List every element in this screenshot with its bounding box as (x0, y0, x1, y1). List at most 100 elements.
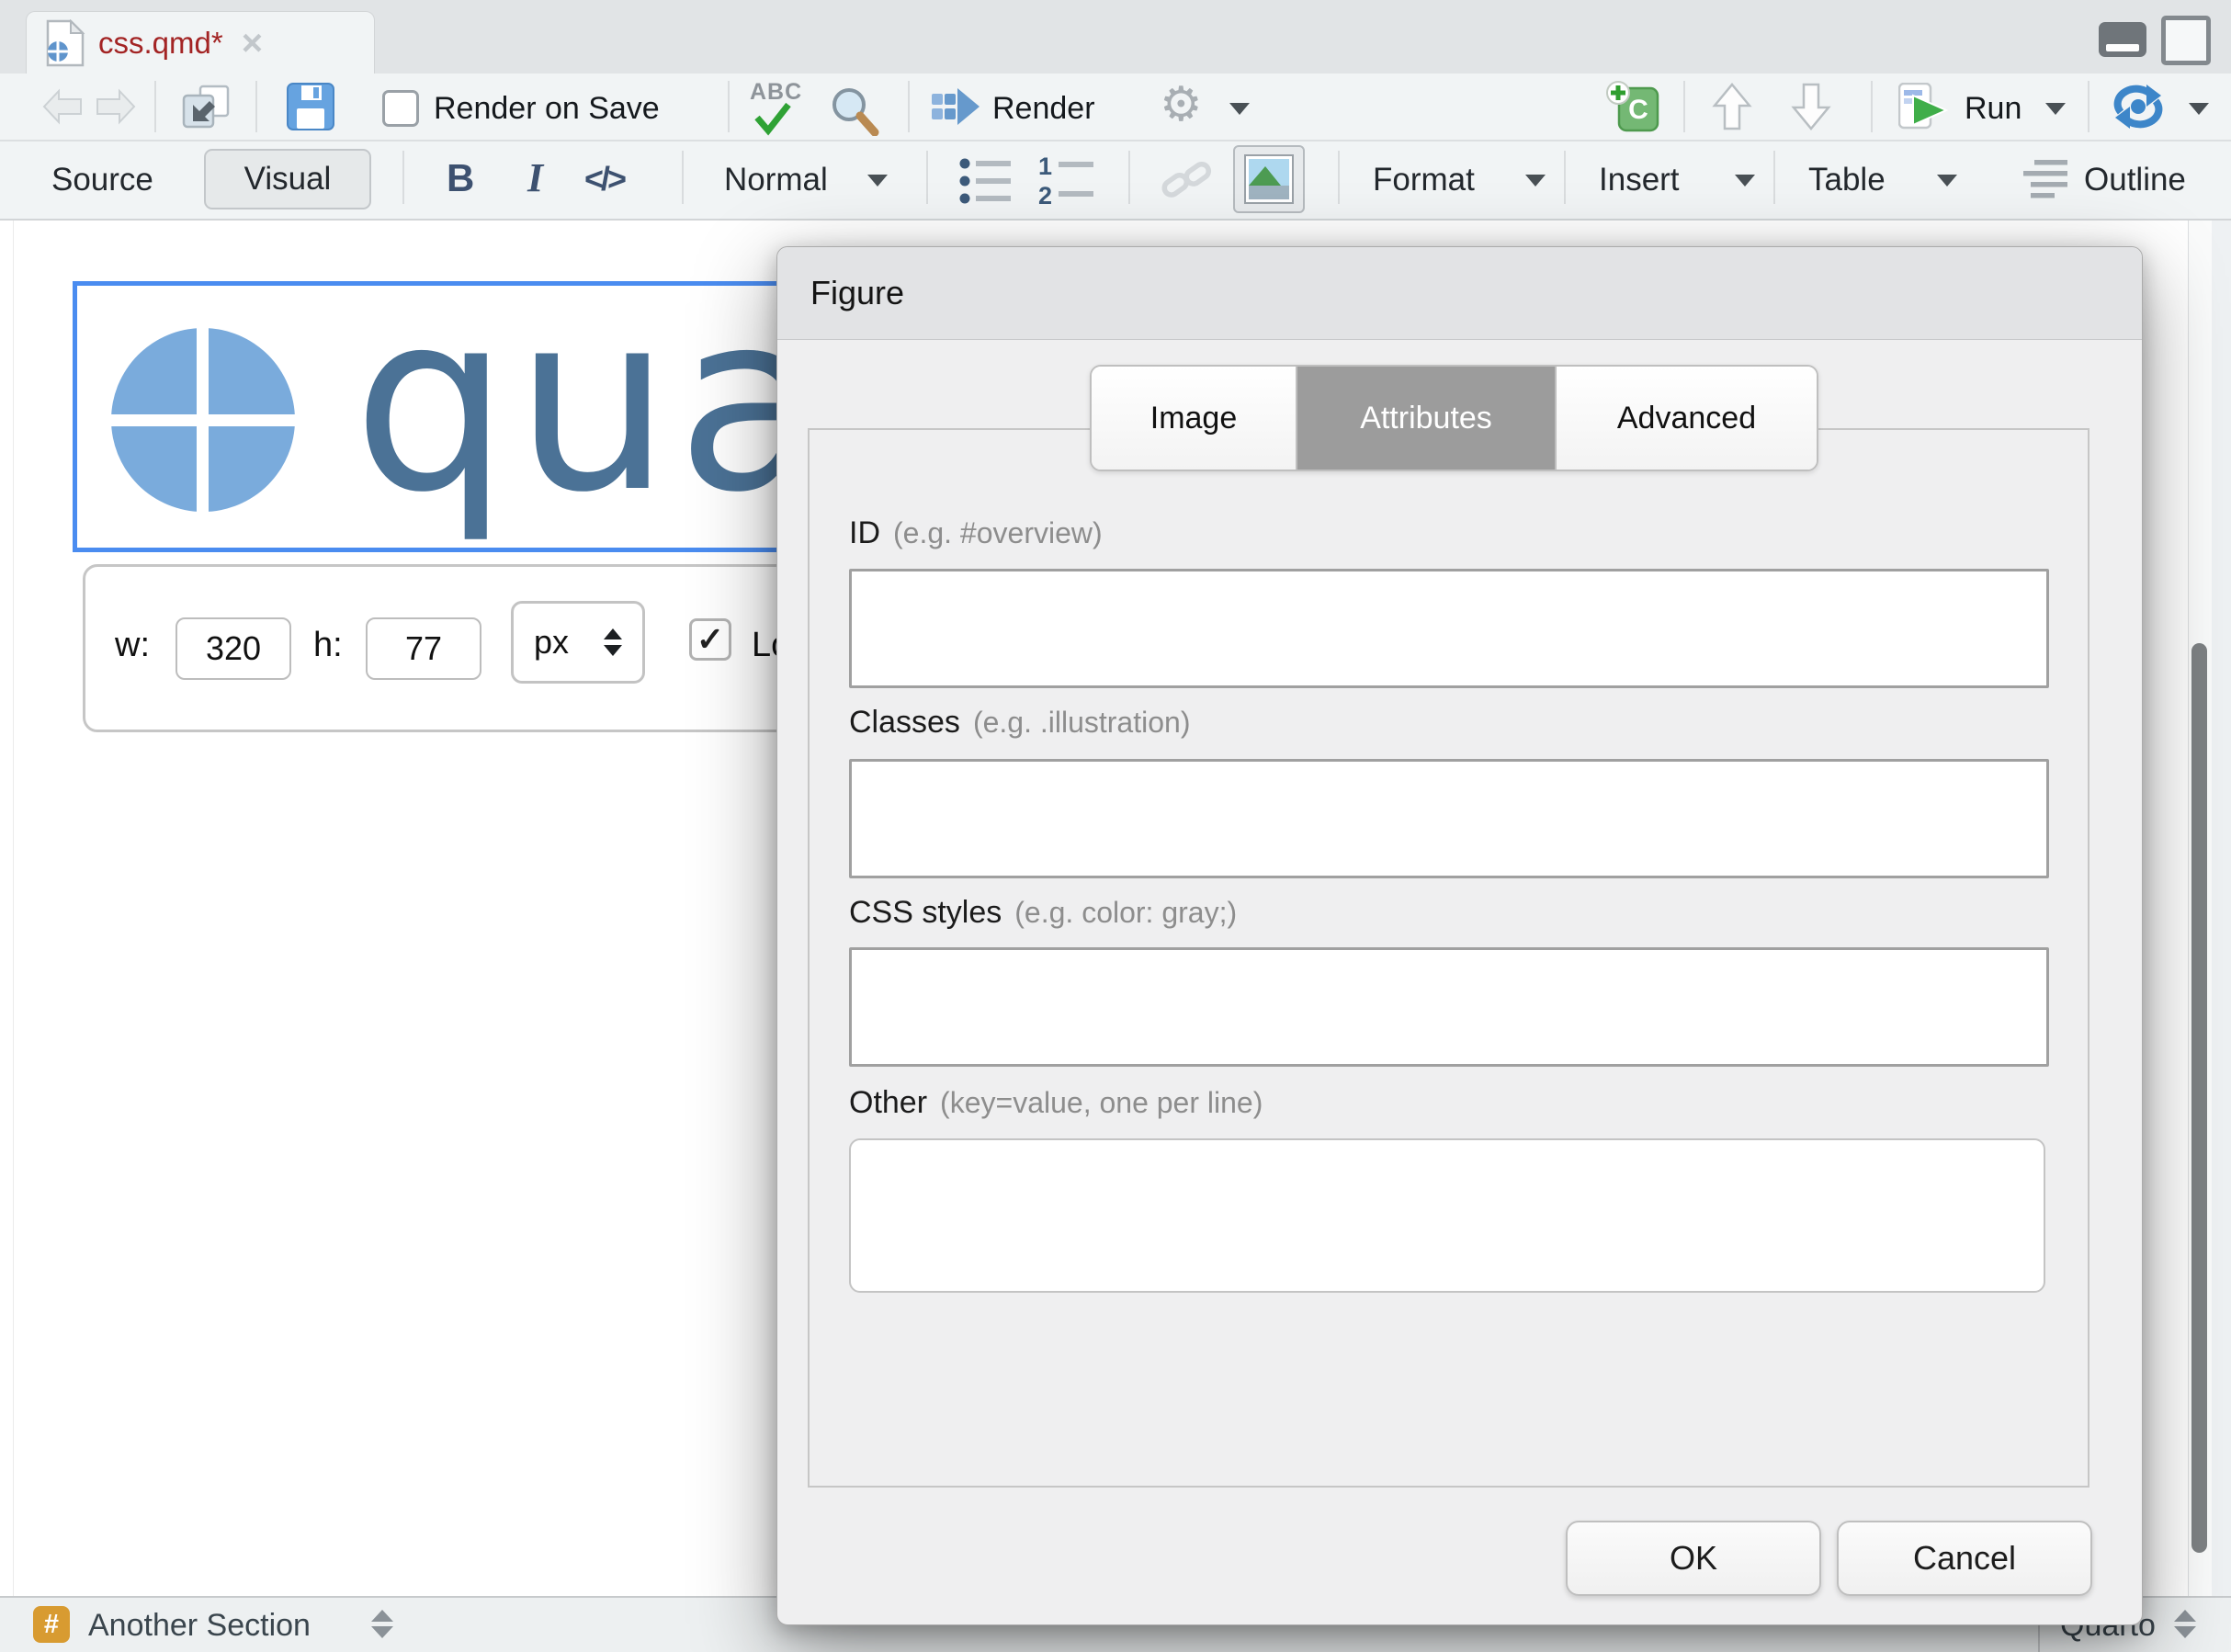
forward-icon[interactable] (94, 86, 138, 131)
engine-stepper-icon[interactable] (2174, 1610, 2196, 1638)
table-menu-caret-icon (1937, 175, 1957, 187)
render-options-caret-icon[interactable] (1229, 103, 1250, 115)
insert-menu[interactable]: Insert (1599, 162, 1680, 198)
editor-scrollbar-thumb[interactable] (2191, 643, 2207, 1553)
css-styles-input[interactable] (849, 947, 2049, 1067)
quarto-document-icon (45, 19, 85, 72)
refresh-options-caret-icon[interactable] (2189, 103, 2209, 115)
image-button[interactable] (1233, 145, 1305, 213)
width-input[interactable] (176, 617, 291, 680)
current-section-breadcrumb[interactable]: Another Section (88, 1608, 311, 1644)
tab-advanced[interactable]: Advanced (1555, 367, 1817, 470)
run-options-caret-icon[interactable] (2045, 103, 2066, 115)
classes-field-label-row: Classes (e.g. .illustration) (849, 705, 1190, 741)
unit-spinner-icon (604, 628, 622, 656)
link-icon[interactable] (1160, 156, 1215, 209)
height-label: h: (313, 626, 343, 665)
separator (2088, 81, 2089, 132)
separator (1564, 151, 1566, 204)
separator (402, 151, 404, 204)
go-to-next-chunk-icon[interactable] (1790, 81, 1832, 137)
tab-close-icon[interactable]: × (242, 25, 263, 62)
svg-text:C: C (1628, 95, 1648, 125)
lock-ratio-checkbox[interactable]: ✓ (689, 618, 731, 661)
section-stepper-icon[interactable] (371, 1610, 393, 1638)
height-input[interactable] (366, 617, 481, 680)
outline-icon[interactable] (2021, 158, 2069, 203)
tab-attributes[interactable]: Attributes (1296, 367, 1555, 470)
insert-chunk-icon[interactable]: C (1606, 81, 1659, 137)
format-menu[interactable]: Format (1373, 162, 1475, 198)
separator (728, 81, 730, 132)
svg-text:2: 2 (1038, 182, 1052, 206)
minimize-icon (2106, 44, 2139, 51)
go-to-previous-chunk-icon[interactable] (1711, 81, 1753, 137)
separator (1128, 151, 1130, 204)
separator (1338, 151, 1340, 204)
dialog-title-bar[interactable]: Figure (777, 247, 2142, 340)
window-minimize-button[interactable] (2099, 22, 2146, 57)
separator (1683, 81, 1685, 132)
tab-image[interactable]: Image (1092, 367, 1296, 470)
separator (908, 81, 910, 132)
classes-hint: (e.g. .illustration) (973, 706, 1191, 740)
unit-select[interactable]: px (511, 601, 645, 684)
svg-text:1: 1 (1038, 154, 1052, 180)
bold-button[interactable]: B (447, 156, 474, 200)
rstudio-window: css.qmd* × (0, 0, 2231, 1652)
id-input[interactable] (849, 569, 2049, 688)
gear-icon[interactable]: ⚙ (1160, 81, 1203, 129)
run-icon (1898, 83, 1950, 135)
ok-button[interactable]: OK (1566, 1521, 1821, 1596)
outline-toggle[interactable]: Outline (2084, 162, 2186, 198)
other-label: Other (849, 1085, 927, 1121)
render-on-save-label: Render on Save (434, 91, 660, 127)
width-label: w: (115, 626, 150, 665)
table-menu[interactable]: Table (1808, 162, 1886, 198)
css-styles-label: CSS styles (849, 895, 1002, 931)
source-refresh-icon[interactable] (2112, 81, 2165, 137)
render-on-save-checkbox[interactable] (382, 90, 419, 127)
format-toolbar: Source Visual B I </> Normal 1 2 (0, 141, 2231, 221)
cancel-button[interactable]: Cancel (1837, 1521, 2092, 1596)
separator (1773, 151, 1775, 204)
run-button[interactable]: Run (1965, 91, 2021, 127)
css-styles-field-label-row: CSS styles (e.g. color: gray;) (849, 895, 1237, 931)
other-textarea[interactable] (849, 1138, 2045, 1293)
search-icon[interactable] (829, 85, 880, 141)
render-button[interactable]: Render (992, 91, 1095, 127)
window-right-margin (2211, 221, 2231, 1596)
back-icon[interactable] (40, 86, 85, 131)
code-button[interactable]: </> (584, 160, 624, 198)
source-mode-button[interactable]: Source (51, 162, 153, 198)
bullet-list-icon[interactable] (959, 156, 1013, 210)
render-icon (932, 86, 980, 135)
italic-button[interactable]: I (527, 154, 543, 201)
paragraph-style-caret-icon (867, 175, 888, 187)
open-in-new-window-icon[interactable] (182, 85, 230, 133)
id-field-label-row: ID (e.g. #overview) (849, 515, 1103, 551)
id-hint: (e.g. #overview) (893, 516, 1103, 550)
classes-input[interactable] (849, 759, 2049, 878)
separator (1871, 81, 1873, 132)
separator (255, 81, 257, 132)
dialog-tab-group: Image Attributes Advanced (1090, 365, 1818, 471)
css-styles-hint: (e.g. color: gray;) (1014, 896, 1237, 930)
quarto-logo-text: qua (353, 281, 832, 547)
tab-filename: css.qmd* (98, 26, 223, 61)
separator (926, 151, 928, 204)
numbered-list-icon[interactable]: 1 2 (1038, 154, 1095, 210)
document-tab[interactable]: css.qmd* × (26, 11, 375, 74)
format-menu-caret-icon (1525, 175, 1546, 187)
section-hash-icon: # (33, 1606, 70, 1643)
separator (682, 151, 684, 204)
id-label: ID (849, 515, 880, 551)
other-hint: (key=value, one per line) (940, 1086, 1263, 1120)
image-icon (1244, 154, 1294, 204)
window-maximize-button[interactable] (2161, 16, 2211, 65)
classes-label: Classes (849, 705, 960, 741)
editor-tab-bar: css.qmd* × (0, 0, 2231, 74)
paragraph-style-dropdown[interactable]: Normal (724, 162, 828, 198)
visual-mode-button[interactable]: Visual (204, 149, 371, 209)
save-icon[interactable] (287, 83, 334, 135)
